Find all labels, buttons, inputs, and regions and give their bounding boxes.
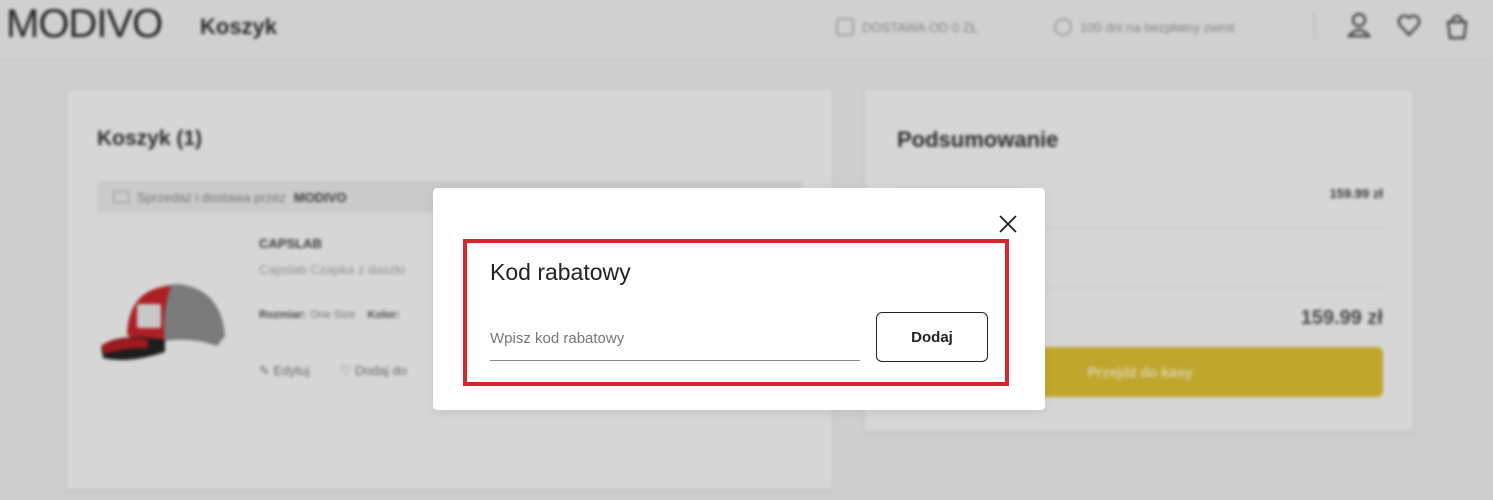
add-code-button[interactable]: Dodaj bbox=[876, 312, 988, 362]
modal-title: Kod rabatowy bbox=[490, 259, 631, 285]
discount-code-input[interactable] bbox=[490, 316, 860, 361]
close-icon[interactable] bbox=[998, 214, 1018, 234]
discount-code-modal: Kod rabatowy Dodaj bbox=[433, 188, 1045, 410]
